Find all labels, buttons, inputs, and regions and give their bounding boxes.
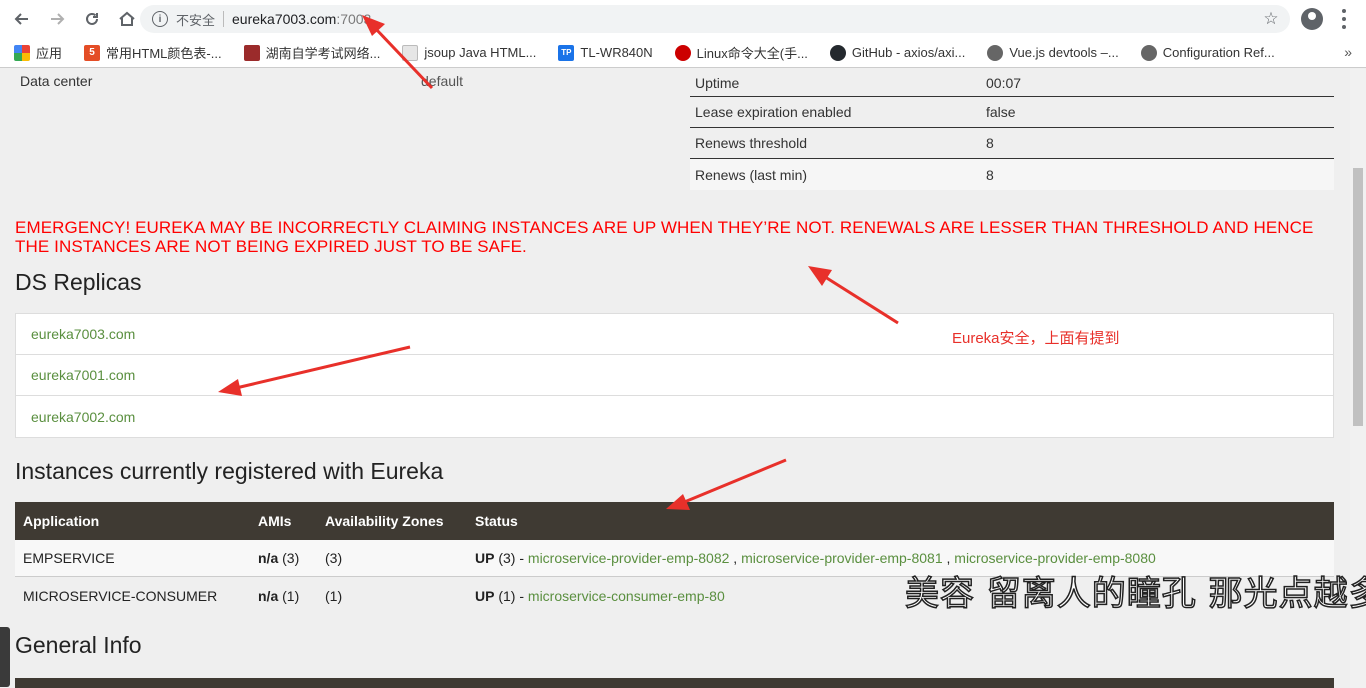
annotation-note: Eureka安全，上面有提到: [952, 330, 1120, 347]
more-bookmarks-chevron-icon[interactable]: »: [1344, 44, 1352, 60]
bookmark-tl-wr840n[interactable]: TP TL-WR840N: [558, 44, 653, 61]
page-icon: [402, 44, 419, 61]
globe-icon: [987, 44, 1004, 61]
amis-na: n/a: [258, 550, 279, 566]
bookmark-label: GitHub - axios/axi...: [851, 45, 966, 60]
instance-link[interactable]: microservice-consumer-emp-80: [528, 588, 725, 604]
browser-toolbar: i 不安全 eureka7003.com:7003 ☆: [0, 0, 1366, 38]
instance-link[interactable]: microservice-provider-emp-8082: [528, 550, 730, 566]
stat-key: Renews (last min): [695, 166, 808, 183]
profile-avatar-icon[interactable]: [1301, 8, 1323, 30]
info-icon[interactable]: i: [152, 11, 168, 27]
scrollbar-thumb[interactable]: [1353, 168, 1363, 426]
replica-link[interactable]: eureka7001.com: [16, 355, 1333, 396]
status-cell: UP (3) - microservice-provider-emp-8082 …: [475, 550, 1156, 566]
bookmark-label: jsoup Java HTML...: [424, 45, 537, 60]
url-port: :7003: [336, 11, 372, 27]
environment-label: Data center: [20, 73, 93, 89]
bookmark-label: 湖南自学考试网络...: [265, 46, 381, 61]
bookmark-label: Linux命令大全(手...: [696, 46, 808, 61]
instances-heading: Instances currently registered with Eure…: [15, 458, 444, 484]
ds-replicas-heading: DS Replicas: [15, 269, 142, 295]
stat-key: Lease expiration enabled: [695, 104, 852, 120]
html5-icon: 5: [84, 44, 101, 61]
stat-value: 8: [986, 166, 994, 183]
home-icon: [119, 11, 135, 26]
video-caption-overlay: 美容 留离人的瞳孔 那光点越多: [904, 573, 1366, 615]
bookmark-label: Vue.js devtools –...: [1009, 45, 1119, 60]
back-arrow-icon: [14, 13, 28, 25]
column-header: Status: [475, 513, 518, 529]
column-header: Availability Zones: [325, 513, 444, 529]
bookmark-html-colors[interactable]: 5 常用HTML颜色表-...: [84, 43, 222, 62]
github-icon: [829, 44, 846, 61]
status-count: (1) -: [498, 587, 525, 604]
bookmark-label: TL-WR840N: [580, 45, 653, 60]
bookmark-label: 应用: [36, 46, 63, 61]
bookmarks-bar: 应用 5 常用HTML颜色表-... 湖南自学考试网络... jsoup Java…: [0, 38, 1366, 68]
bookmark-jsoup[interactable]: jsoup Java HTML...: [402, 44, 537, 61]
emergency-warning: EMERGENCY! EUREKA MAY BE INCORRECTLY CLA…: [15, 218, 1314, 256]
globe-icon: [1140, 44, 1157, 61]
bookmark-apps[interactable]: 应用: [14, 43, 62, 62]
bookmark-vue-devtools[interactable]: Vue.js devtools –...: [987, 44, 1119, 61]
amis-cell: n/a (1): [258, 588, 325, 604]
bookmark-hunan-exam[interactable]: 湖南自学考试网络...: [243, 43, 381, 62]
side-widget-handle[interactable]: [0, 627, 10, 687]
table-row: Renews threshold 8: [690, 128, 1334, 159]
amis-count: (3): [282, 550, 300, 566]
amis-cell: n/a (3): [258, 550, 325, 566]
tp-link-icon: TP: [558, 44, 575, 61]
forward-button[interactable]: [41, 3, 73, 35]
stat-value: 8: [986, 135, 994, 151]
zones-cell: (1): [325, 587, 343, 604]
status-count: (3) -: [498, 550, 525, 566]
forward-arrow-icon: [51, 13, 65, 25]
environment-value: default: [421, 73, 464, 89]
home-button[interactable]: [111, 3, 143, 35]
table-row: Uptime 00:07: [690, 69, 1334, 97]
app-name: MICROSERVICE-CONSUMER: [23, 587, 218, 604]
reload-icon: [86, 12, 98, 25]
apps-grid-icon: [14, 44, 30, 61]
ds-replicas-list: eureka7003.com eureka7001.com eureka7002…: [15, 313, 1334, 438]
bookmark-github-axios[interactable]: GitHub - axios/axi...: [829, 44, 966, 61]
bookmark-linux[interactable]: Linux命令大全(手...: [674, 43, 808, 62]
bookmark-configuration-ref[interactable]: Configuration Ref...: [1140, 44, 1275, 61]
status-up: UP: [475, 550, 495, 566]
column-header: Application: [23, 513, 100, 529]
bookmark-label: Configuration Ref...: [1162, 45, 1275, 60]
table-row: Lease expiration enabled false: [690, 97, 1334, 128]
browser-menu-icon[interactable]: [1336, 9, 1352, 29]
security-label: 不安全: [176, 12, 216, 28]
general-info-table-header: [15, 678, 1334, 688]
stat-key: Uptime: [695, 74, 740, 91]
column-header: AMIs: [258, 513, 292, 529]
instance-link[interactable]: microservice-provider-emp-8080: [954, 550, 1156, 566]
replica-link[interactable]: eureka7002.com: [16, 396, 1333, 437]
stat-key: Renews threshold: [695, 135, 808, 151]
address-bar[interactable]: i 不安全 eureka7003.com:7003 ☆: [140, 5, 1290, 33]
table-row: Renews (last min) 8: [690, 159, 1334, 190]
app-name: EMPSERVICE: [23, 550, 115, 566]
bookmark-star-icon[interactable]: ☆: [1262, 10, 1280, 28]
replica-link[interactable]: eureka7003.com: [16, 314, 1333, 355]
stat-value: false: [986, 104, 1016, 120]
bookmark-label: 常用HTML颜色表-...: [106, 46, 222, 61]
status-table: Uptime 00:07 Lease expiration enabled fals…: [690, 69, 1334, 190]
divider: [223, 11, 225, 27]
instance-link[interactable]: microservice-provider-emp-8081: [741, 550, 943, 566]
back-button[interactable]: [6, 3, 38, 35]
url-host: eureka7003.com: [232, 11, 337, 27]
redhat-icon: [674, 44, 691, 61]
reload-button[interactable]: [76, 3, 108, 35]
amis-count: (1): [282, 587, 300, 604]
status-up: UP: [475, 587, 495, 604]
table-header: Application AMIs Availability Zones Stat…: [15, 502, 1334, 540]
general-info-heading: General Info: [15, 632, 142, 658]
amis-na: n/a: [258, 587, 279, 604]
zones-cell: (3): [325, 550, 343, 566]
site-icon: [243, 44, 260, 61]
stat-value: 00:07: [986, 74, 1022, 91]
